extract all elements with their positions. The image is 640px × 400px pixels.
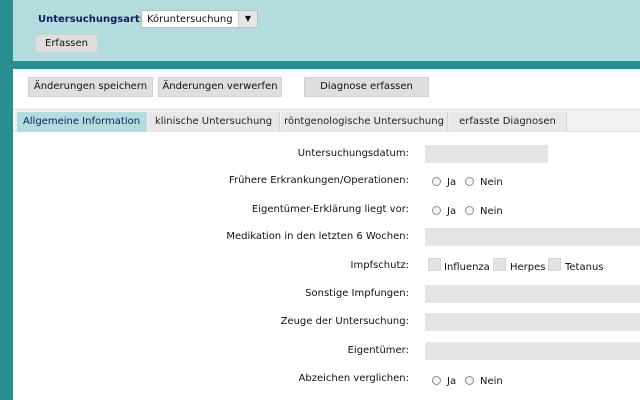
erkrankungen-nein-radio[interactable] <box>465 177 474 186</box>
untersuchungsart-label: Untersuchungsart: <box>38 14 144 25</box>
erkrankungen-ja-label: Ja <box>447 177 457 188</box>
abzeichen-label: Abzeichen verglichen: <box>298 373 409 384</box>
tab-allgemeine-information[interactable]: Allgemeine Information <box>17 112 147 132</box>
tab-bar: Allgemeine Information klinische Untersu… <box>13 109 640 132</box>
influenza-label: Influenza <box>444 262 490 273</box>
left-accent-bar <box>0 0 13 400</box>
sonstige-impfungen-label: Sonstige Impfungen: <box>305 288 409 299</box>
erklaerung-nein-label: Nein <box>480 206 503 217</box>
header-separator <box>13 61 640 69</box>
untersuchungsart-value: Köruntersuchung <box>147 14 233 25</box>
herpes-checkbox[interactable] <box>493 258 506 271</box>
erklaerung-ja-label: Ja <box>447 206 457 217</box>
medikation-input[interactable] <box>425 228 640 246</box>
header-panel: Untersuchungsart: Köruntersuchung ▼ Erfa… <box>13 0 640 61</box>
eigentuemer-input[interactable] <box>425 342 640 360</box>
tab-klinische-untersuchung[interactable]: klinische Untersuchung <box>148 112 280 132</box>
abzeichen-ja-label: Ja <box>447 376 457 387</box>
abzeichen-ja-radio[interactable] <box>432 376 441 385</box>
untersuchungsdatum-input[interactable] <box>425 145 548 163</box>
eigentuemer-label: Eigentümer: <box>347 345 409 356</box>
tetanus-label: Tetanus <box>565 262 604 273</box>
erkrankungen-nein-label: Nein <box>480 177 503 188</box>
abzeichen-nein-label: Nein <box>480 376 503 387</box>
sonstige-impfungen-input[interactable] <box>425 285 640 303</box>
influenza-checkbox[interactable] <box>428 258 441 271</box>
erfassen-button[interactable]: Erfassen <box>35 34 98 53</box>
erkrankungen-label: Frühere Erkrankungen/Operationen: <box>229 175 409 186</box>
erklaerung-ja-radio[interactable] <box>432 206 441 215</box>
tab-erfasste-diagnosen[interactable]: erfasste Diagnosen <box>449 112 567 132</box>
tetanus-checkbox[interactable] <box>548 258 561 271</box>
discard-changes-button[interactable]: Änderungen verwerfen <box>158 77 282 97</box>
zeuge-input[interactable] <box>425 313 640 331</box>
erklaerung-nein-radio[interactable] <box>465 206 474 215</box>
medikation-label: Medikation in den letzten 6 Wochen: <box>226 231 409 242</box>
untersuchungsdatum-label: Untersuchungsdatum: <box>297 148 409 159</box>
abzeichen-nein-radio[interactable] <box>465 376 474 385</box>
save-changes-button[interactable]: Änderungen speichern <box>28 77 153 97</box>
erklaerung-label: Eigentümer-Erklärung liegt vor: <box>251 204 409 215</box>
tab-roentgenologische-untersuchung[interactable]: röntgenologische Untersuchung <box>281 112 448 132</box>
untersuchungsart-select[interactable]: Köruntersuchung ▼ <box>141 10 258 28</box>
diagnose-erfassen-button[interactable]: Diagnose erfassen <box>304 77 429 97</box>
erkrankungen-ja-radio[interactable] <box>432 177 441 186</box>
herpes-label: Herpes <box>510 262 546 273</box>
chevron-down-icon[interactable]: ▼ <box>238 11 257 27</box>
zeuge-label: Zeuge der Untersuchung: <box>280 316 409 327</box>
impfschutz-label: Impfschutz: <box>350 260 409 271</box>
